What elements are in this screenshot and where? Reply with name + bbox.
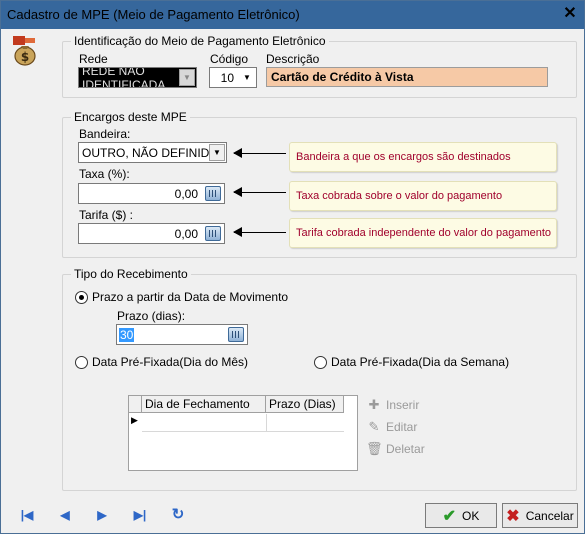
grid-header-dia[interactable]: Dia de Fechamento <box>142 396 266 413</box>
radio-prazo[interactable]: Prazo a partir da Data de Movimento <box>75 290 288 304</box>
refresh-icon[interactable]: ↻ <box>168 505 188 525</box>
money-bag-icon: $ <box>13 36 36 66</box>
descricao-value: Cartão de Crédito à Vista <box>271 70 414 84</box>
descricao-field[interactable]: Cartão de Crédito à Vista <box>266 67 548 87</box>
taxa-label: Taxa (%): <box>79 167 130 181</box>
radio-dia-semana-dot[interactable] <box>314 355 327 369</box>
dialog-window: Cadastro de MPE (Meio de Pagamento Eletr… <box>0 0 585 534</box>
trash-icon: 🗑 <box>366 441 383 456</box>
taxa-note-text: Taxa cobrada sobre o valor do pagamento <box>296 190 503 202</box>
grid-row[interactable] <box>142 414 344 432</box>
bandeira-value: OUTRO, NÃO DEFINIDO <box>82 145 219 160</box>
codigo-value: 10 <box>220 70 234 85</box>
chevron-down-icon: ▼ <box>179 69 195 86</box>
insert-icon: ✚ <box>368 397 380 412</box>
taxa-value: 0,00 <box>174 186 198 201</box>
calculator-icon[interactable] <box>228 327 244 342</box>
calculator-icon[interactable] <box>205 186 221 201</box>
codigo-label: Código <box>210 52 249 66</box>
radio-dia-semana[interactable]: Data Pré-Fixada(Dia da Semana) <box>314 355 509 369</box>
grid-cell-divider <box>266 414 267 432</box>
editar-label: Editar <box>386 420 418 434</box>
tarifa-value: 0,00 <box>174 226 198 241</box>
bandeira-label: Bandeira: <box>79 127 131 141</box>
taxa-input[interactable]: 0,00 <box>78 183 225 204</box>
inserir-label: Inserir <box>386 398 420 412</box>
inserir-button[interactable]: ✚ Inserir <box>366 397 420 413</box>
ok-label: OK <box>462 508 480 523</box>
row-indicator-icon: ▶ <box>131 415 138 425</box>
bandeira-note-text: Bandeira a que os encargos são destinado… <box>296 151 511 163</box>
identificacao-group-label: Identificação do Meio de Pagamento Eletr… <box>71 34 329 48</box>
tarifa-input[interactable]: 0,00 <box>78 223 225 244</box>
next-record-icon[interactable]: ▶ <box>92 505 112 525</box>
first-record-icon[interactable]: |◀ <box>17 505 37 525</box>
title-bar[interactable]: Cadastro de MPE (Meio de Pagamento Eletr… <box>1 1 584 29</box>
tarifa-note: Tarifa cobrada independente do valor do … <box>289 218 557 248</box>
prazo-input[interactable]: 30 <box>116 324 248 345</box>
prev-record-icon[interactable]: ◀ <box>55 505 75 525</box>
tarifa-arrow <box>233 227 286 237</box>
prazo-value: 30 <box>119 327 135 342</box>
radio-dia-mes-dot[interactable] <box>75 355 88 369</box>
grid-header-corner <box>129 396 142 413</box>
encargos-group-label: Encargos deste MPE <box>71 110 190 124</box>
chevron-down-icon[interactable]: ▼ <box>209 144 225 161</box>
radio-dia-mes-label: Data Pré-Fixada(Dia do Mês) <box>92 355 249 369</box>
taxa-arrow <box>233 187 286 197</box>
radio-dia-semana-label: Data Pré-Fixada(Dia da Semana) <box>331 355 510 369</box>
recebimento-group-label: Tipo do Recebimento <box>71 267 191 281</box>
grid-header-prazo[interactable]: Prazo (Dias) <box>266 396 344 413</box>
tarifa-note-text: Tarifa cobrada independente do valor do … <box>296 227 552 239</box>
deletar-button[interactable]: 🗑 Deletar <box>366 441 425 457</box>
bandeira-combo[interactable]: OUTRO, NÃO DEFINIDO ▼ <box>78 142 227 163</box>
bandeira-arrow <box>233 148 286 158</box>
calculator-icon[interactable] <box>205 226 221 241</box>
chevron-down-icon[interactable]: ▼ <box>239 69 255 86</box>
editar-button[interactable]: ✎ Editar <box>366 419 418 435</box>
tarifa-label: Tarifa ($) : <box>79 208 134 222</box>
last-record-icon[interactable]: ▶| <box>130 505 150 525</box>
radio-prazo-dot[interactable] <box>75 290 88 304</box>
edit-icon: ✎ <box>368 419 380 434</box>
prazo-label: Prazo (dias): <box>117 309 186 323</box>
rede-label: Rede <box>79 52 108 66</box>
codigo-combo[interactable]: 10 ▼ <box>209 67 257 88</box>
radio-prazo-label: Prazo a partir da Data de Movimento <box>92 290 289 304</box>
radio-dia-mes[interactable]: Data Pré-Fixada(Dia do Mês) <box>75 355 248 369</box>
check-icon: ✔ <box>442 507 457 525</box>
taxa-note: Taxa cobrada sobre o valor do pagamento <box>289 181 557 211</box>
rede-combo: REDE NÃO IDENTIFICADA ▼ <box>78 67 197 88</box>
descricao-label: Descrição <box>266 52 320 66</box>
cancelar-button[interactable]: ✖ Cancelar <box>502 503 578 528</box>
close-icon[interactable]: ✕ <box>562 6 578 22</box>
window-title: Cadastro de MPE (Meio de Pagamento Eletr… <box>7 7 300 22</box>
ok-button[interactable]: ✔ OK <box>425 503 497 528</box>
deletar-label: Deletar <box>386 442 425 456</box>
fechamento-grid[interactable]: Dia de Fechamento Prazo (Dias) ▶ <box>128 395 358 471</box>
svg-text:$: $ <box>21 50 29 64</box>
cancel-icon: ✖ <box>506 507 520 525</box>
bandeira-note: Bandeira a que os encargos são destinado… <box>289 142 557 172</box>
cancelar-label: Cancelar <box>525 508 574 523</box>
